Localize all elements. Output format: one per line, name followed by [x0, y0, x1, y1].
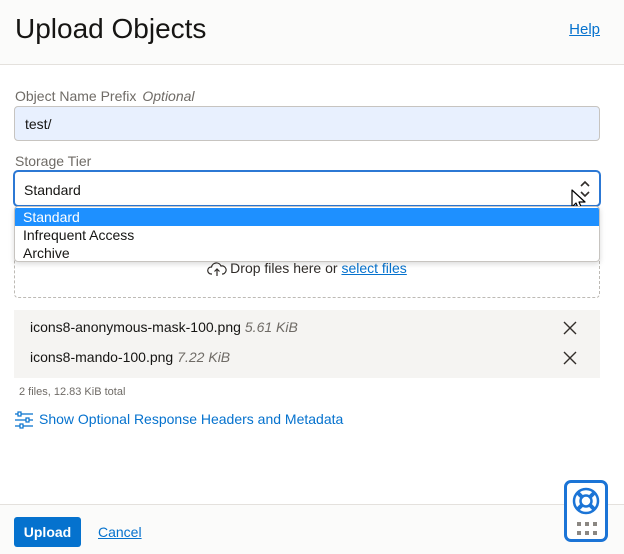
select-files-link[interactable]: select files [341, 260, 406, 276]
storage-tier-dropdown: Standard Infrequent Access Archive [14, 206, 600, 262]
prefix-label-text: Object Name Prefix [15, 88, 137, 104]
dropzone-label: Drop files here or [230, 260, 338, 276]
file-size: 7.22 KiB [177, 349, 231, 365]
prefix-label: Object Name Prefix Optional [15, 88, 195, 104]
cloud-upload-icon [207, 262, 227, 276]
file-name: icons8-mando-100.png 7.22 KiB [30, 349, 231, 365]
option-standard[interactable]: Standard [15, 208, 599, 226]
file-row: icons8-mando-100.png 7.22 KiB [14, 346, 600, 370]
storage-tier-selected-value: Standard [24, 182, 81, 198]
option-archive[interactable]: Archive [15, 244, 599, 261]
select-updown-icon [580, 180, 590, 198]
file-name: icons8-anonymous-mask-100.png 5.61 KiB [30, 319, 298, 335]
dialog-footer: Upload Cancel [0, 504, 624, 554]
drag-grip-icon[interactable] [577, 522, 597, 536]
storage-tier-select[interactable]: Standard [14, 171, 600, 206]
storage-tier-label: Storage Tier [15, 153, 92, 169]
optional-tag: Optional [142, 88, 195, 104]
file-row: icons8-anonymous-mask-100.png 5.61 KiB [14, 316, 600, 340]
help-widget-button[interactable] [564, 480, 608, 542]
help-link[interactable]: Help [569, 21, 600, 38]
file-list: icons8-anonymous-mask-100.png 5.61 KiB ic… [14, 310, 600, 378]
remove-file-icon[interactable] [562, 320, 578, 336]
lifebuoy-icon [572, 487, 600, 515]
option-infrequent-access[interactable]: Infrequent Access [15, 226, 599, 244]
sliders-icon [15, 411, 33, 429]
cancel-link[interactable]: Cancel [98, 524, 142, 540]
page-title: Upload Objects [15, 13, 207, 44]
remove-file-icon[interactable] [562, 350, 578, 366]
object-name-prefix-input[interactable] [14, 106, 600, 141]
dialog-header: Upload Objects Help [0, 0, 624, 65]
optional-headers-label: Show Optional Response Headers and Metad… [39, 411, 344, 427]
file-size: 5.61 KiB [244, 319, 298, 335]
dropzone-text: Drop files here or select files [15, 260, 599, 277]
upload-button[interactable]: Upload [14, 517, 81, 547]
files-summary: 2 files, 12.83 KiB total [19, 386, 126, 398]
